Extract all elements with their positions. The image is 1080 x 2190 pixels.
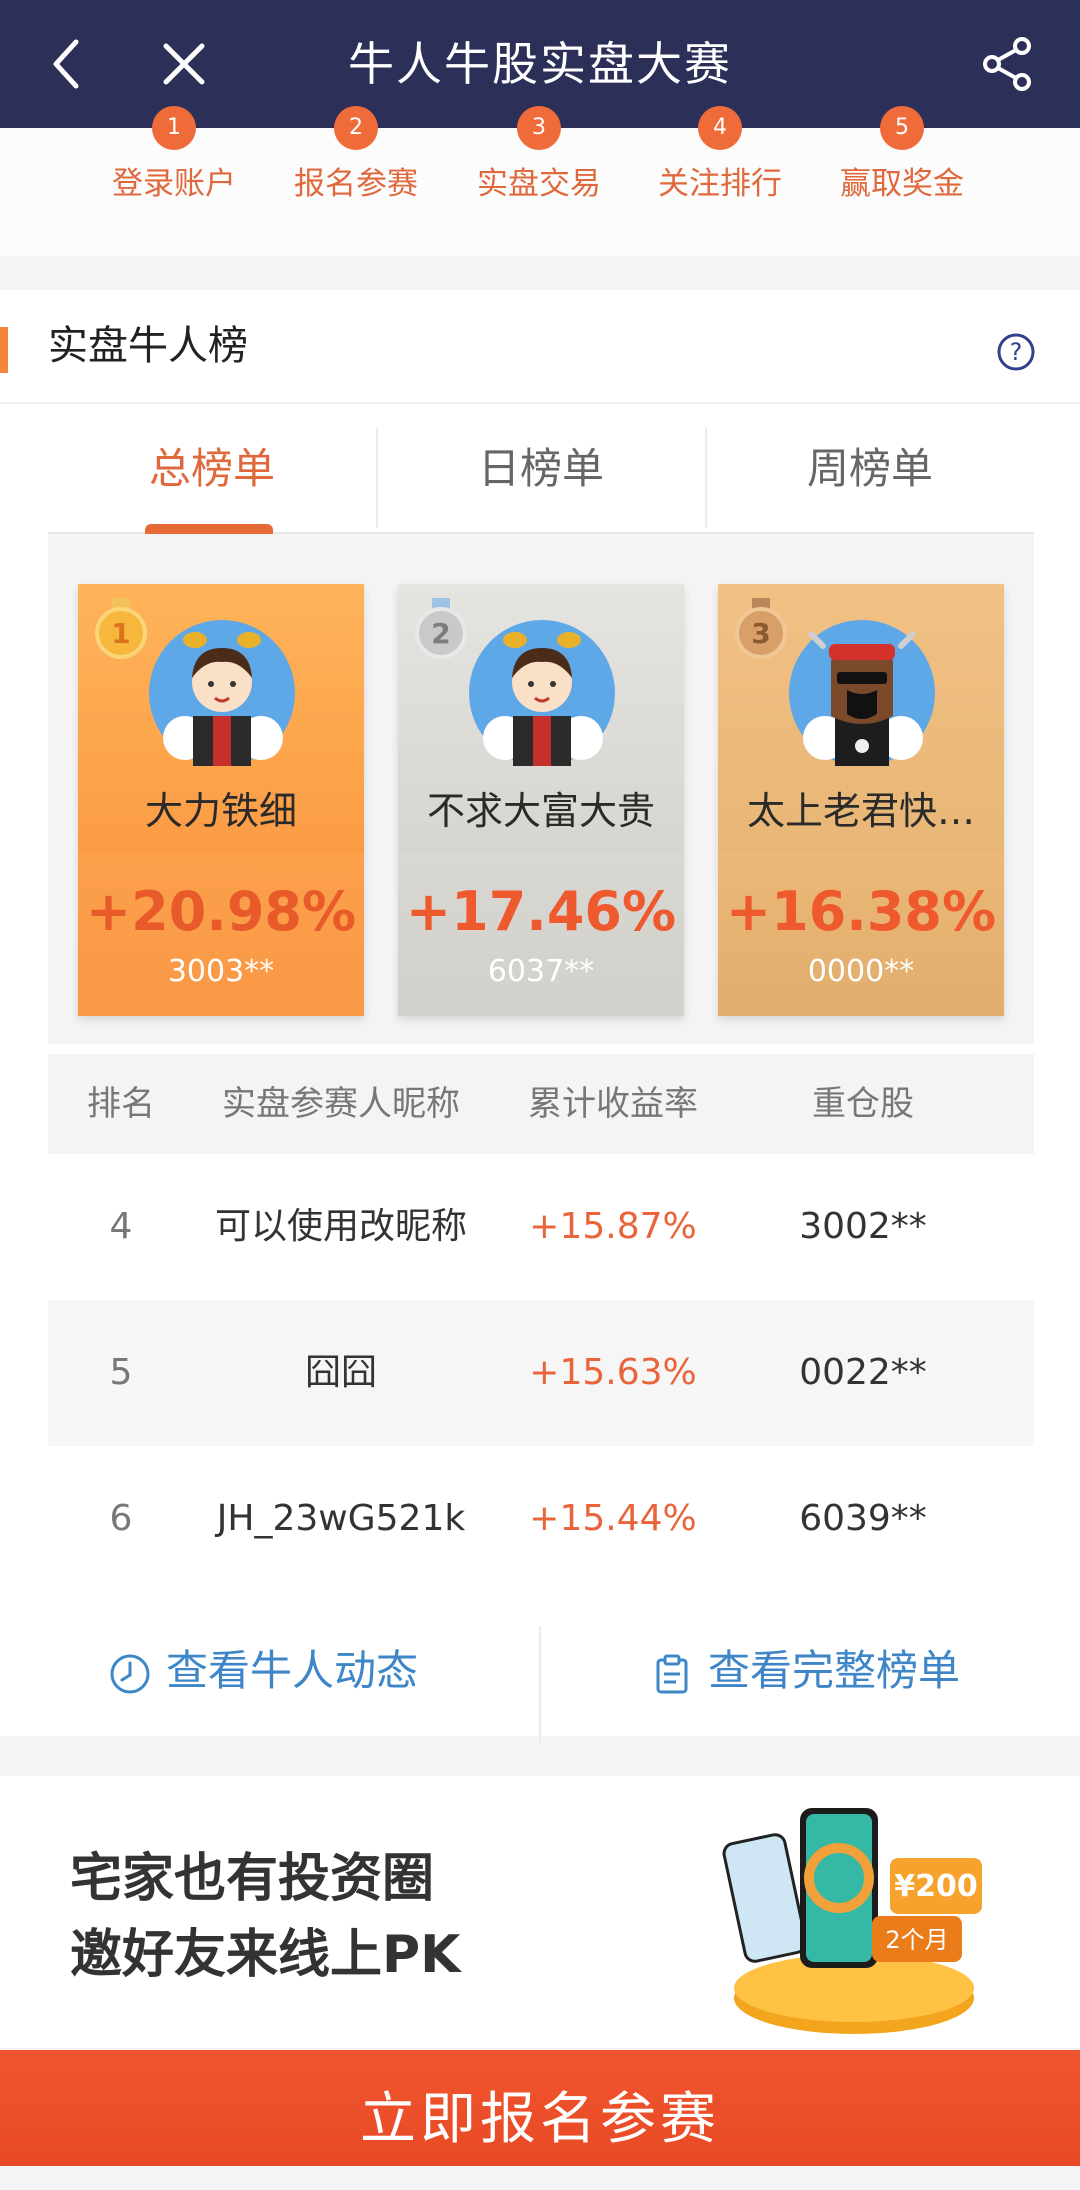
rank-cell: 4 [109,1206,133,1247]
rank-cell: 6 [109,1498,133,1539]
tab-weekly[interactable]: 周榜单 [706,408,1034,532]
table-row[interactable]: 5 囧囧 +15.63% 0022** [48,1300,1034,1446]
col-return: 累计收益率 [528,1084,698,1124]
col-holding: 重仓股 [812,1084,914,1124]
return-cell: +15.44% [529,1498,697,1539]
avatar [789,620,935,766]
nickname-cell: 可以使用改昵称 [214,1206,467,1247]
step-label: 实盘交易 [477,166,601,202]
stock-code: 6037** [487,954,595,989]
step-label: 赢取奖金 [840,166,964,202]
return-cell: +15.63% [529,1352,697,1393]
table-row[interactable]: 6 JH_23wG521k +15.44% 6039** [48,1446,1034,1592]
step-label: 登录账户 [112,166,236,202]
silver-medal-icon: 2 [415,598,467,659]
step-number: 1 [152,106,196,150]
step-number: 3 [517,106,561,150]
accent-bar [0,327,8,373]
steps-strip: 1 登录账户 2 报名参赛 3 实盘交易 4 关注排行 5 赢取奖金 [0,106,1080,256]
return-cell: +15.87% [529,1206,697,1247]
svg-text:1: 1 [111,617,130,650]
rank-cell: 5 [109,1352,133,1393]
stock-code: 0000** [807,954,915,989]
podium-card-2[interactable]: 2 不求大富大贵 +17.46% 6037** [398,584,684,1016]
step-number: 2 [334,106,378,150]
leaderboard-actions: 查看牛人动态 查看完整榜单 [0,1606,1080,1744]
leaderboard-section: 实盘牛人榜 ? 总榜单 日榜单 周榜单 1 大力铁细 +20.98% 3003*… [0,290,1080,1744]
tab-daily[interactable]: 日榜单 [377,408,705,532]
bronze-medal-icon: 3 [735,598,787,659]
help-icon[interactable]: ? [996,332,1036,372]
return-rate: +20.98% [85,880,357,943]
nickname-cell: JH_23wG521k [216,1498,466,1539]
stock-code: 3003** [167,954,275,989]
svg-text:3: 3 [751,617,770,650]
view-full-list-link[interactable]: 查看完整榜单 [650,1606,960,1736]
holding-cell: 0022** [799,1352,927,1393]
svg-text:?: ? [1010,338,1023,366]
nickname-cell: 囧囧 [304,1352,377,1393]
table-row[interactable]: 4 可以使用改昵称 +15.87% 3002** [48,1154,1034,1300]
podium-card-1[interactable]: 1 大力铁细 +20.98% 3003** [78,584,364,1016]
step-number: 4 [698,106,742,150]
phone-prize-illustration: ¥200 2个月 [722,1808,982,2034]
step-follow: 4 关注排行 [630,106,810,256]
clipboard-icon [656,1654,688,1693]
divider [539,1626,541,1744]
section-header: 实盘牛人榜 ? [0,290,1080,404]
step-number: 5 [880,106,924,150]
step-label: 关注排行 [658,166,782,202]
promo-line-1: 宅家也有投资圈 [70,1849,435,1909]
return-rate: +17.46% [405,880,677,943]
section-title: 实盘牛人榜 [48,323,248,369]
promo-banner[interactable]: 宅家也有投资圈 邀好友来线上PK ¥200 2个月 [0,1776,1080,2048]
podium-card-3[interactable]: 3 太上老君快… +16.38% 0000** [718,584,1004,1016]
clock-icon [110,1654,150,1693]
active-tab-indicator [145,524,273,534]
avatar [469,620,615,766]
promo-line-2: 邀好友来线上PK [70,1925,461,1985]
action-label: 查看完整榜单 [708,1646,961,1695]
step-login: 1 登录账户 [84,106,264,256]
avatar [149,620,295,766]
svg-text:2: 2 [431,617,450,650]
col-nickname: 实盘参赛人昵称 [222,1084,460,1124]
view-dynamics-link[interactable]: 查看牛人动态 [108,1606,418,1736]
player-name: 大力铁细 [144,789,297,833]
gold-medal-icon: 1 [95,598,147,659]
holding-cell: 6039** [799,1498,927,1539]
register-now-button[interactable]: 立即报名参赛 [0,2050,1080,2166]
action-label: 查看牛人动态 [166,1646,419,1695]
tab-total[interactable]: 总榜单 [48,408,376,532]
player-name: 不求大富大贵 [426,789,655,833]
player-name: 太上老君快… [746,789,975,833]
step-prize: 5 赢取奖金 [812,106,992,256]
top-three-podium: 1 大力铁细 +20.98% 3003** 2 不求大富大贵 +17.46% 6… [48,534,1034,1044]
return-rate: +16.38% [725,880,997,943]
step-register: 2 报名参赛 [266,106,446,256]
svg-text:¥200: ¥200 [894,1869,978,1904]
svg-text:2个月: 2个月 [885,1926,948,1954]
table-header: 排名 实盘参赛人昵称 累计收益率 重仓股 [48,1054,1034,1154]
col-rank: 排名 [87,1084,155,1124]
ranking-tabs: 总榜单 日榜单 周榜单 [48,408,1034,534]
step-trade: 3 实盘交易 [449,106,629,256]
holding-cell: 3002** [799,1206,927,1247]
share-icon[interactable] [976,32,1040,96]
step-label: 报名参赛 [294,166,418,202]
